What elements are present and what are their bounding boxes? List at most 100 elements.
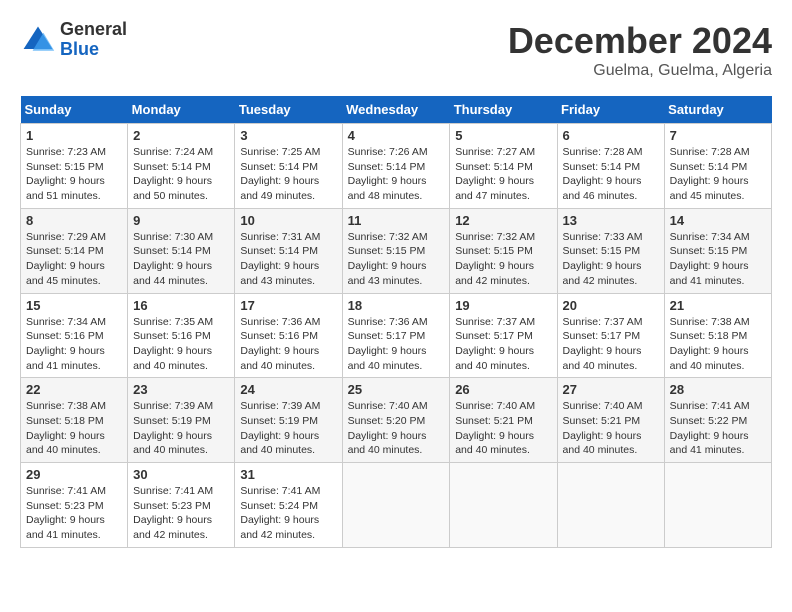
header-row: SundayMondayTuesdayWednesdayThursdayFrid… <box>21 96 772 124</box>
week-row: 8Sunrise: 7:29 AM Sunset: 5:14 PM Daylig… <box>21 208 772 293</box>
day-detail: Sunrise: 7:38 AM Sunset: 5:18 PM Dayligh… <box>26 399 122 458</box>
day-detail: Sunrise: 7:37 AM Sunset: 5:17 PM Dayligh… <box>455 315 551 374</box>
day-number: 22 <box>26 382 122 397</box>
day-detail: Sunrise: 7:34 AM Sunset: 5:15 PM Dayligh… <box>670 230 766 289</box>
day-detail: Sunrise: 7:41 AM Sunset: 5:22 PM Dayligh… <box>670 399 766 458</box>
day-cell: 2Sunrise: 7:24 AM Sunset: 5:14 PM Daylig… <box>128 124 235 209</box>
day-cell: 14 Sunrise: 7:34 AM Sunset: 5:15 PM Dayli… <box>664 208 771 293</box>
day-number: 18 <box>348 298 445 313</box>
day-detail: Sunrise: 7:40 AM Sunset: 5:21 PM Dayligh… <box>455 399 551 458</box>
day-number: 19 <box>455 298 551 313</box>
day-detail: Sunrise: 7:40 AM Sunset: 5:20 PM Dayligh… <box>348 399 445 458</box>
day-cell: 24Sunrise: 7:39 AM Sunset: 5:19 PM Dayli… <box>235 378 342 463</box>
day-cell: 31 Sunrise: 7:41 AM Sunset: 5:24 PM Dayli… <box>235 463 342 548</box>
day-cell <box>664 463 771 548</box>
day-number: 2 <box>133 128 229 143</box>
day-detail: Sunrise: 7:32 AM Sunset: 5:15 PM Dayligh… <box>455 230 551 289</box>
logo-line2: Blue <box>60 40 127 60</box>
day-detail: Sunrise: 7:23 AM Sunset: 5:15 PM Dayligh… <box>26 145 122 204</box>
day-number: 6 <box>563 128 659 143</box>
week-row: 29Sunrise: 7:41 AM Sunset: 5:23 PM Dayli… <box>21 463 772 548</box>
location-title: Guelma, Guelma, Algeria <box>508 62 772 80</box>
day-number: 27 <box>563 382 659 397</box>
day-number: 30 <box>133 467 229 482</box>
day-number: 8 <box>26 213 122 228</box>
day-cell: 13 Sunrise: 7:33 AM Sunset: 5:15 PM Dayli… <box>557 208 664 293</box>
day-detail: Sunrise: 7:41 AM Sunset: 5:23 PM Dayligh… <box>26 484 122 543</box>
day-cell <box>557 463 664 548</box>
day-number: 24 <box>240 382 336 397</box>
day-number: 31 <box>240 467 336 482</box>
day-number: 13 <box>563 213 659 228</box>
day-number: 15 <box>26 298 122 313</box>
day-cell: 6 Sunrise: 7:28 AM Sunset: 5:14 PM Daylig… <box>557 124 664 209</box>
day-detail: Sunrise: 7:28 AM Sunset: 5:14 PM Dayligh… <box>563 145 659 204</box>
day-cell: 29Sunrise: 7:41 AM Sunset: 5:23 PM Dayli… <box>21 463 128 548</box>
calendar-header: SundayMondayTuesdayWednesdayThursdayFrid… <box>21 96 772 124</box>
day-detail: Sunrise: 7:36 AM Sunset: 5:17 PM Dayligh… <box>348 315 445 374</box>
page-header: General Blue December 2024 Guelma, Guelm… <box>20 20 772 80</box>
day-cell: 18 Sunrise: 7:36 AM Sunset: 5:17 PM Dayli… <box>342 293 450 378</box>
day-number: 16 <box>133 298 229 313</box>
header-day-tuesday: Tuesday <box>235 96 342 124</box>
day-cell: 19 Sunrise: 7:37 AM Sunset: 5:17 PM Dayli… <box>450 293 557 378</box>
day-number: 21 <box>670 298 766 313</box>
calendar-body: 1 Sunrise: 7:23 AM Sunset: 5:15 PM Daylig… <box>21 124 772 548</box>
header-day-wednesday: Wednesday <box>342 96 450 124</box>
day-cell: 30 Sunrise: 7:41 AM Sunset: 5:23 PM Dayli… <box>128 463 235 548</box>
day-number: 20 <box>563 298 659 313</box>
header-day-thursday: Thursday <box>450 96 557 124</box>
day-number: 26 <box>455 382 551 397</box>
day-detail: Sunrise: 7:41 AM Sunset: 5:23 PM Dayligh… <box>133 484 229 543</box>
day-detail: Sunrise: 7:27 AM Sunset: 5:14 PM Dayligh… <box>455 145 551 204</box>
day-cell: 8Sunrise: 7:29 AM Sunset: 5:14 PM Daylig… <box>21 208 128 293</box>
day-cell: 1 Sunrise: 7:23 AM Sunset: 5:15 PM Daylig… <box>21 124 128 209</box>
day-cell: 4 Sunrise: 7:26 AM Sunset: 5:14 PM Daylig… <box>342 124 450 209</box>
day-cell: 25Sunrise: 7:40 AM Sunset: 5:20 PM Dayli… <box>342 378 450 463</box>
day-number: 11 <box>348 213 445 228</box>
day-number: 14 <box>670 213 766 228</box>
day-cell: 15 Sunrise: 7:34 AM Sunset: 5:16 PM Dayli… <box>21 293 128 378</box>
week-row: 22 Sunrise: 7:38 AM Sunset: 5:18 PM Dayli… <box>21 378 772 463</box>
day-cell: 3 Sunrise: 7:25 AM Sunset: 5:14 PM Daylig… <box>235 124 342 209</box>
day-cell: 9Sunrise: 7:30 AM Sunset: 5:14 PM Daylig… <box>128 208 235 293</box>
day-cell: 22 Sunrise: 7:38 AM Sunset: 5:18 PM Dayli… <box>21 378 128 463</box>
header-day-friday: Friday <box>557 96 664 124</box>
logo-icon <box>20 22 56 58</box>
title-section: December 2024 Guelma, Guelma, Algeria <box>508 20 772 80</box>
day-detail: Sunrise: 7:33 AM Sunset: 5:15 PM Dayligh… <box>563 230 659 289</box>
calendar-table: SundayMondayTuesdayWednesdayThursdayFrid… <box>20 96 772 548</box>
day-number: 10 <box>240 213 336 228</box>
day-cell <box>342 463 450 548</box>
day-cell: 28 Sunrise: 7:41 AM Sunset: 5:22 PM Dayli… <box>664 378 771 463</box>
day-cell: 17Sunrise: 7:36 AM Sunset: 5:16 PM Dayli… <box>235 293 342 378</box>
day-detail: Sunrise: 7:25 AM Sunset: 5:14 PM Dayligh… <box>240 145 336 204</box>
header-day-monday: Monday <box>128 96 235 124</box>
day-detail: Sunrise: 7:31 AM Sunset: 5:14 PM Dayligh… <box>240 230 336 289</box>
day-detail: Sunrise: 7:30 AM Sunset: 5:14 PM Dayligh… <box>133 230 229 289</box>
day-detail: Sunrise: 7:26 AM Sunset: 5:14 PM Dayligh… <box>348 145 445 204</box>
day-cell: 5Sunrise: 7:27 AM Sunset: 5:14 PM Daylig… <box>450 124 557 209</box>
day-number: 1 <box>26 128 122 143</box>
day-detail: Sunrise: 7:36 AM Sunset: 5:16 PM Dayligh… <box>240 315 336 374</box>
day-cell: 27Sunrise: 7:40 AM Sunset: 5:21 PM Dayli… <box>557 378 664 463</box>
day-number: 3 <box>240 128 336 143</box>
day-detail: Sunrise: 7:37 AM Sunset: 5:17 PM Dayligh… <box>563 315 659 374</box>
header-day-saturday: Saturday <box>664 96 771 124</box>
day-cell: 26 Sunrise: 7:40 AM Sunset: 5:21 PM Dayli… <box>450 378 557 463</box>
day-cell: 21Sunrise: 7:38 AM Sunset: 5:18 PM Dayli… <box>664 293 771 378</box>
day-detail: Sunrise: 7:41 AM Sunset: 5:24 PM Dayligh… <box>240 484 336 543</box>
day-number: 7 <box>670 128 766 143</box>
day-detail: Sunrise: 7:35 AM Sunset: 5:16 PM Dayligh… <box>133 315 229 374</box>
day-number: 28 <box>670 382 766 397</box>
day-detail: Sunrise: 7:32 AM Sunset: 5:15 PM Dayligh… <box>348 230 445 289</box>
day-cell: 7Sunrise: 7:28 AM Sunset: 5:14 PM Daylig… <box>664 124 771 209</box>
day-detail: Sunrise: 7:34 AM Sunset: 5:16 PM Dayligh… <box>26 315 122 374</box>
day-cell <box>450 463 557 548</box>
day-cell: 10 Sunrise: 7:31 AM Sunset: 5:14 PM Dayli… <box>235 208 342 293</box>
day-cell: 20 Sunrise: 7:37 AM Sunset: 5:17 PM Dayli… <box>557 293 664 378</box>
logo-line1: General <box>60 20 127 40</box>
header-day-sunday: Sunday <box>21 96 128 124</box>
day-number: 4 <box>348 128 445 143</box>
day-number: 23 <box>133 382 229 397</box>
